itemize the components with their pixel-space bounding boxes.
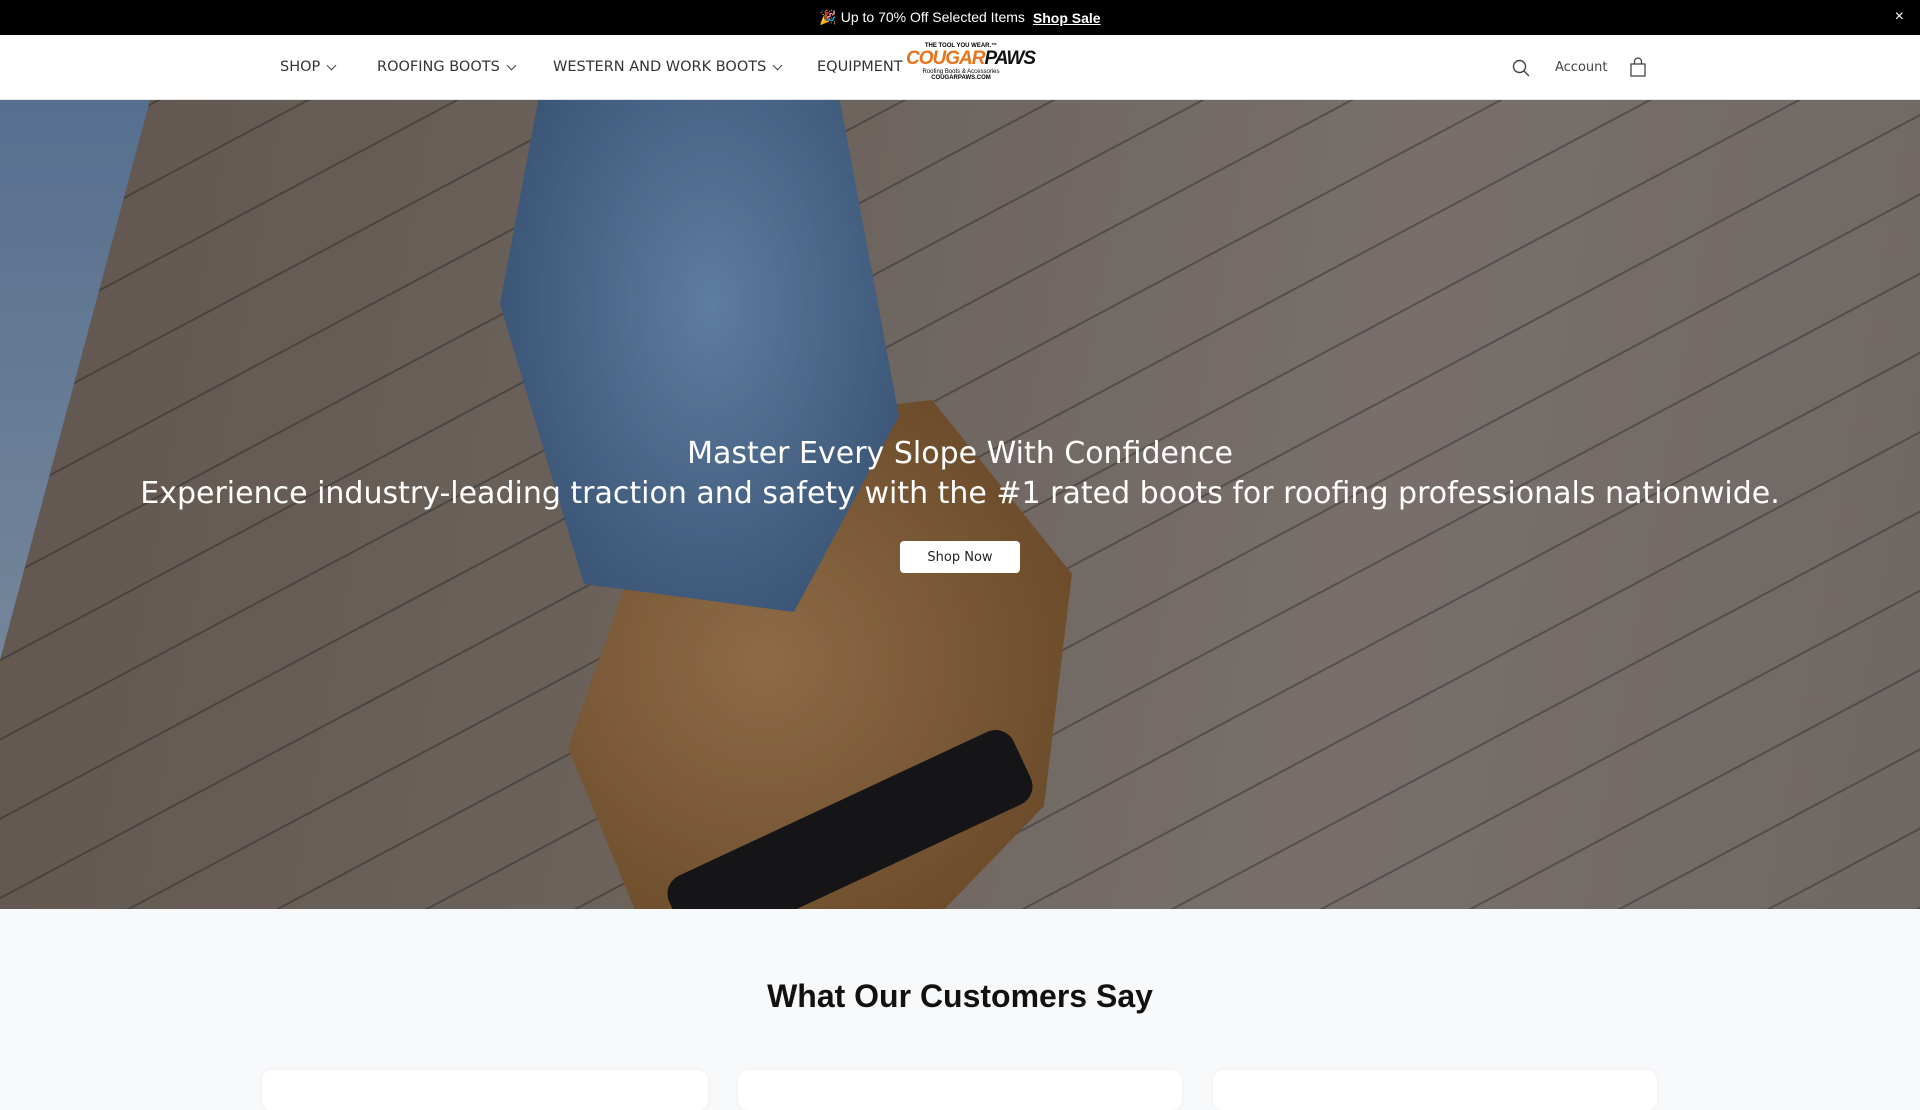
announcement-bar: 🎉 Up to 70% Off Selected Items Shop Sale… [0,0,1920,35]
nav-label: SHOP [280,59,321,75]
review-card [1213,1070,1657,1110]
nav-item-shop[interactable]: SHOP [280,59,337,75]
chevron-down-icon [506,60,517,70]
cart-bag-icon[interactable] [1630,57,1646,77]
search-icon[interactable] [1512,59,1530,77]
hero-title: Master Every Slope With Confidence [687,436,1233,471]
nav-item-western-work-boots[interactable]: WESTERN AND WORK BOOTS [553,59,783,75]
nav-item-roofing-boots[interactable]: ROOFING BOOTS [377,59,517,75]
nav-label: ROOFING BOOTS [377,59,500,75]
chevron-down-icon [326,60,337,70]
review-card [738,1070,1182,1110]
logo-url: COUGARPAWS.COM [931,75,991,81]
reviews-heading: What Our Customers Say [767,978,1153,1014]
shop-sale-link[interactable]: Shop Sale [1033,10,1101,26]
logo[interactable]: THE TOOL YOU WEAR.™ COUGARPAWS Roofing B… [906,43,1036,91]
chevron-down-icon [772,60,783,70]
logo-brand-b: PAWS [984,48,1036,69]
close-announcement-button[interactable]: × [1895,8,1904,26]
hero-banner: Master Every Slope With Confidence Exper… [0,100,1920,909]
logo-brand-a: COUGAR [906,48,985,69]
logo-brand: COUGARPAWS [906,48,1036,69]
announcement-text: 🎉 Up to 70% Off Selected Items [819,9,1025,25]
nav-label: WESTERN AND WORK BOOTS [553,59,767,75]
nav-label: EQUIPMENT [817,59,903,75]
main-nav: SHOP ROOFING BOOTS WESTERN AND WORK BOOT… [0,35,1920,100]
review-card [262,1070,708,1110]
shop-now-button[interactable]: Shop Now [900,541,1020,573]
hero-subtitle: Experience industry-leading traction and… [140,476,1780,511]
nav-item-equipment[interactable]: EQUIPMENT [817,59,903,75]
account-link[interactable]: Account [1555,60,1608,75]
